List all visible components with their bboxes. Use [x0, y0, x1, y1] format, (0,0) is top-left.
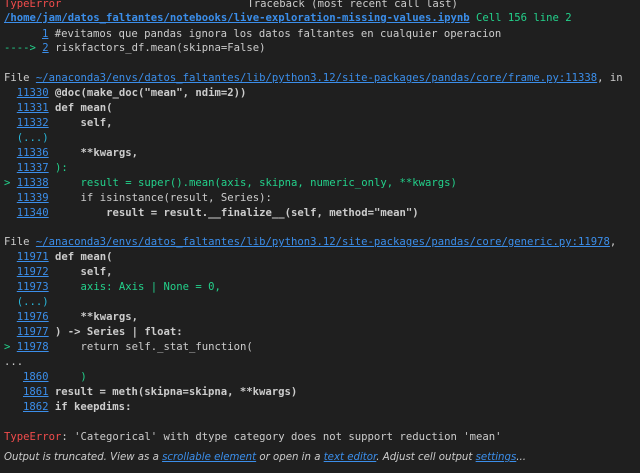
- line-number[interactable]: 11977: [17, 326, 49, 338]
- truncation-ellipsis: ...: [4, 356, 24, 368]
- error-type: TypeError: [4, 431, 62, 443]
- code-text: ):: [55, 162, 68, 174]
- frame1-line: 11332 self,: [4, 116, 113, 130]
- line-number[interactable]: 11340: [17, 207, 49, 219]
- frame1-line: 11339 if isinstance(result, Series):: [4, 191, 272, 205]
- frame1-line: 11337 ):: [4, 161, 68, 175]
- scrollable-element-link[interactable]: scrollable element: [162, 452, 256, 463]
- line-number[interactable]: 11339: [17, 192, 49, 204]
- line-number[interactable]: 2: [42, 42, 48, 54]
- frame-path-link[interactable]: ~/anaconda3/envs/datos_faltantes/lib/pyt…: [36, 236, 610, 248]
- frame1-current-line: > 11338 result = super().mean(axis, skip…: [4, 176, 457, 190]
- frame3-line: 1862 if keepdims:: [4, 400, 131, 414]
- file-prefix: File: [4, 236, 36, 248]
- code-text: def mean(: [55, 102, 113, 114]
- frame-header-1: File ~/anaconda3/envs/datos_faltantes/li…: [4, 71, 623, 85]
- frame1-ellipsis: (...): [4, 131, 49, 145]
- line-number[interactable]: 1862: [23, 401, 49, 413]
- frame1-line: 11336 **kwargs,: [4, 146, 138, 160]
- line-number[interactable]: 11972: [17, 266, 49, 278]
- line-number[interactable]: 11337: [17, 162, 49, 174]
- collapsed-lines: (...): [16, 296, 49, 308]
- line-number[interactable]: 11331: [17, 102, 49, 114]
- line-number[interactable]: 11978: [17, 341, 49, 353]
- frame2-line: 11972 self,: [4, 265, 113, 279]
- code-text: return self._stat_function(: [55, 341, 253, 353]
- line-number[interactable]: 1860: [23, 371, 49, 383]
- error-type-label: TypeError: [4, 0, 62, 10]
- code-text: riskfactors_df.mean(skipna=False): [55, 42, 266, 54]
- frame2-ellipsis: (...): [4, 295, 49, 309]
- collapsed-lines: (...): [16, 132, 49, 144]
- frame3-line: 1861 result = meth(skipna=skipna, **kwar…: [4, 385, 297, 399]
- file-prefix: File: [4, 72, 36, 84]
- frame-header-2: File ~/anaconda3/envs/datos_faltantes/li…: [4, 235, 616, 249]
- cell-line-1: 1 #evitamos que pandas ignora los datos …: [4, 27, 501, 41]
- code-text: @doc(make_doc("mean", ndim=2)): [55, 87, 247, 99]
- cell-ref: Cell 156: [475, 12, 528, 24]
- line-number[interactable]: 11973: [17, 281, 49, 293]
- code-text: axis: Axis | None = 0,: [55, 281, 221, 293]
- frame1-line: 11330 @doc(make_doc("mean", ndim=2)): [4, 86, 247, 100]
- line-number[interactable]: 11336: [17, 147, 49, 159]
- code-text: **kwargs,: [55, 311, 138, 323]
- frame3-line: 1860 ): [4, 370, 87, 384]
- line-number[interactable]: 11971: [17, 251, 49, 263]
- settings-link[interactable]: settings: [476, 452, 517, 463]
- cell-line-2: ----> 2 riskfactors_df.mean(skipna=False…: [4, 41, 266, 55]
- traceback-output: TypeError Traceback (most recent call las…: [0, 0, 640, 473]
- frame2-line: 11971 def mean(: [4, 250, 113, 264]
- code-text: ) -> Series | float:: [55, 326, 183, 338]
- line-number[interactable]: 1861: [23, 386, 49, 398]
- code-text: result = meth(skipna=skipna, **kwargs): [54, 386, 298, 398]
- error-message: : 'Categorical' with dtype category does…: [61, 431, 502, 443]
- code-text: self,: [55, 117, 113, 129]
- traceback-title: Traceback (most recent call last): [247, 0, 458, 10]
- frame2-line: 11976 **kwargs,: [4, 310, 138, 324]
- notebook-path-link[interactable]: /home/jam/datos_faltantes/notebooks/live…: [4, 12, 470, 24]
- notebook-location: /home/jam/datos_faltantes/notebooks/live…: [4, 11, 572, 25]
- traceback-header: TypeError Traceback (most recent call las…: [4, 0, 458, 11]
- current-line-arrow: >: [4, 341, 17, 353]
- frame2-line: 11973 axis: Axis | None = 0,: [4, 280, 221, 294]
- frame1-line: 11340 result = result.__finalize__(self,…: [4, 206, 419, 220]
- file-suffix: , in: [597, 72, 623, 84]
- frame1-line: 11331 def mean(: [4, 101, 113, 115]
- output-truncated-notice: Output is truncated. View as a scrollabl…: [4, 452, 526, 463]
- code-text: #evitamos que pandas ignora los datos fa…: [54, 28, 502, 40]
- code-text: **kwargs,: [55, 147, 138, 159]
- line-number[interactable]: 11338: [17, 177, 49, 189]
- line-number[interactable]: 1: [42, 28, 48, 40]
- frame2-current-line: > 11978 return self._stat_function(: [4, 340, 253, 354]
- line-number[interactable]: 11330: [17, 87, 49, 99]
- current-line-arrow: >: [4, 177, 17, 189]
- code-text: ): [54, 371, 87, 383]
- text-editor-link[interactable]: text editor: [324, 452, 377, 463]
- file-suffix: ,: [609, 236, 617, 248]
- frame-path-link[interactable]: ~/anaconda3/envs/datos_faltantes/lib/pyt…: [36, 72, 597, 84]
- current-line-arrow: ---->: [4, 42, 43, 54]
- code-text: self,: [55, 266, 113, 278]
- code-text: if keepdims:: [54, 401, 132, 413]
- line-number[interactable]: 11976: [17, 311, 49, 323]
- frame2-line: 11977 ) -> Series | float:: [4, 325, 183, 339]
- code-text: if isinstance(result, Series):: [55, 192, 272, 204]
- line-ref: line 2: [533, 12, 572, 24]
- code-text: def mean(: [55, 251, 113, 263]
- code-text: result = super().mean(axis, skipna, nume…: [55, 177, 457, 189]
- line-number[interactable]: 11332: [17, 117, 49, 129]
- error-message-line: TypeError: 'Categorical' with dtype cate…: [4, 430, 502, 444]
- code-text: result = result.__finalize__(self, metho…: [55, 207, 419, 219]
